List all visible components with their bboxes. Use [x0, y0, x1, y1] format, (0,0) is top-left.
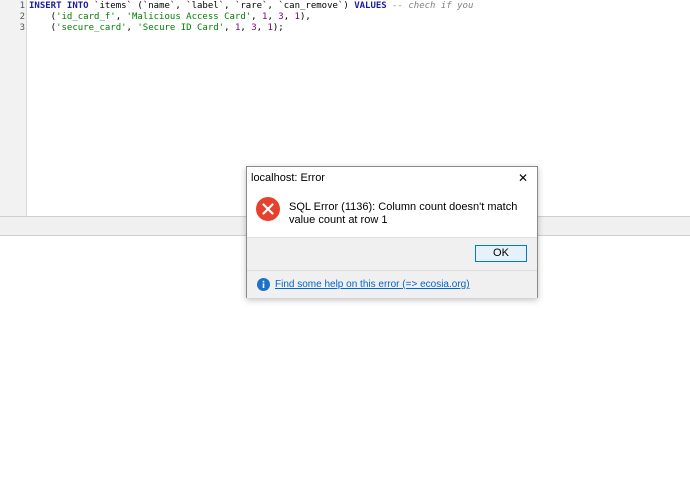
code-token: `name`	[142, 1, 176, 11]
code-token: ,	[256, 23, 268, 33]
error-message: SQL Error (1136): Column count doesn't m…	[289, 201, 518, 226]
code-token: `rare`	[234, 1, 268, 11]
info-icon	[257, 278, 270, 291]
code-token: 'Malicious Access Card'	[126, 12, 252, 22]
code-token: (	[131, 1, 143, 11]
line-number: 3	[19, 23, 25, 33]
dialog-titlebar[interactable]: localhost: Error ✕	[247, 167, 537, 189]
error-dialog: localhost: Error ✕ SQL Error (1136): Col…	[246, 166, 538, 298]
code-token: 'Secure ID Card'	[137, 23, 225, 33]
dialog-footer: Find some help on this error (=> ecosia.…	[247, 270, 537, 298]
code-line-2[interactable]: ('id_card_f', 'Malicious Access Card', 1…	[29, 12, 311, 23]
code-token: ,	[267, 12, 279, 22]
code-token: ,	[175, 1, 187, 11]
code-token: INSERT INTO	[29, 1, 95, 11]
code-token: ,	[240, 23, 252, 33]
ok-button[interactable]: OK	[475, 245, 527, 262]
line-number: 1	[19, 1, 25, 11]
code-token: ,	[224, 23, 235, 33]
code-token: ,	[115, 12, 127, 22]
line-number-gutter: 1 2 3	[0, 0, 27, 216]
line-number: 2	[19, 12, 25, 22]
code-token: ,	[283, 12, 295, 22]
close-icon[interactable]: ✕	[515, 170, 531, 186]
code-token: ,	[126, 23, 138, 33]
code-token: (	[29, 23, 57, 33]
code-token: (	[29, 12, 57, 22]
code-token: VALUES	[354, 1, 387, 11]
help-link[interactable]: Find some help on this error (=> ecosia.…	[275, 279, 470, 290]
code-token: -- chech if you	[386, 1, 474, 11]
code-token: `can_remove`	[278, 1, 344, 11]
dialog-title: localhost: Error	[251, 172, 325, 184]
code-line-1[interactable]: INSERT INTO `items` (`name`, `label`, `r…	[29, 1, 473, 12]
code-token: )	[343, 1, 355, 11]
code-token: ,	[224, 1, 235, 11]
code-token: 'secure_card'	[56, 23, 127, 33]
code-token: );	[272, 23, 284, 33]
code-token: `label`	[186, 1, 225, 11]
code-token: `items`	[94, 1, 132, 11]
code-token: ,	[251, 12, 263, 22]
code-token: ,	[267, 1, 279, 11]
code-token: 'id_card_f'	[56, 12, 116, 22]
code-line-3[interactable]: ('secure_card', 'Secure ID Card', 1, 3, …	[29, 23, 284, 34]
code-token: ),	[299, 12, 311, 22]
error-icon	[256, 197, 280, 221]
dialog-button-bar: OK	[247, 237, 537, 270]
